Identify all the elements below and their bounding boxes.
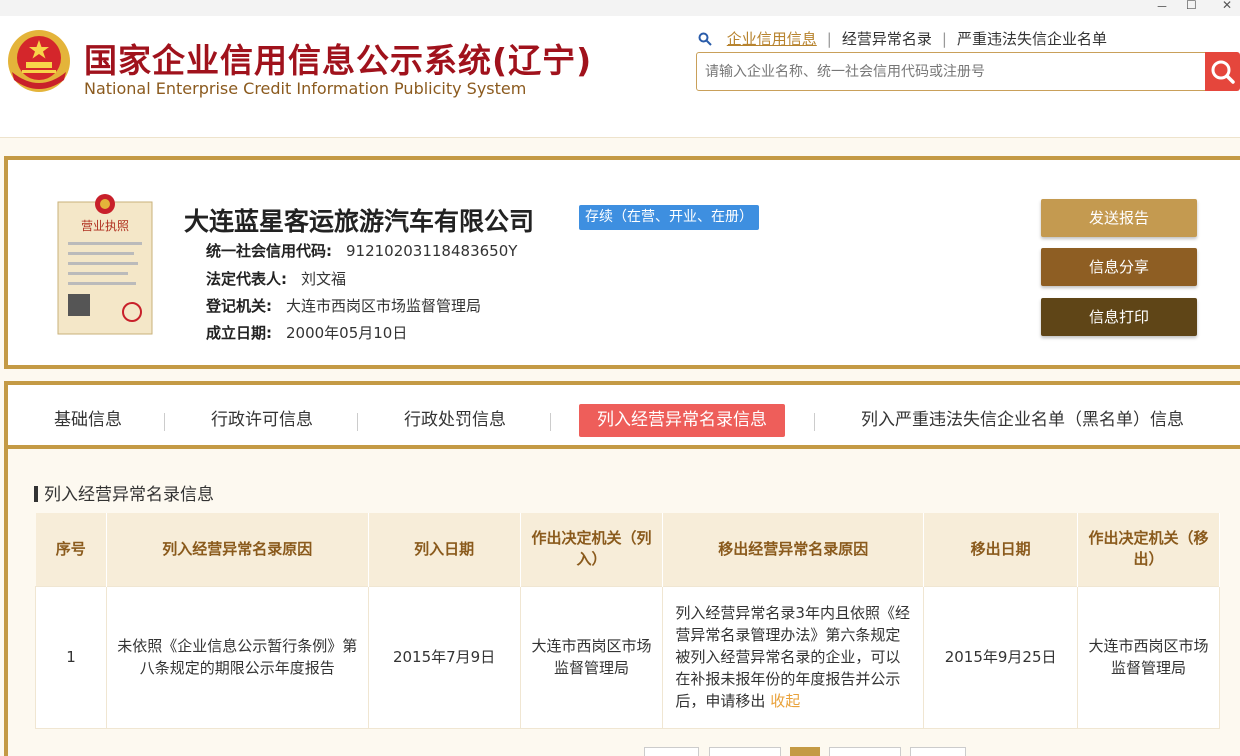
- table-header-row: 序号 列入经营异常名录原因 列入日期 作出决定机关（列入） 移出经营异常名录原因…: [35, 513, 1220, 586]
- quick-links: 企业信用信息 | 经营异常名录 | 严重违法失信企业名单: [698, 28, 1107, 49]
- search-icon: [1211, 60, 1235, 84]
- minimize-icon[interactable]: －: [1156, 0, 1168, 15]
- site-title-en: National Enterprise Credit Information P…: [84, 79, 527, 98]
- close-icon[interactable]: ✕: [1222, 0, 1232, 12]
- link-credit-info[interactable]: 企业信用信息: [727, 30, 817, 48]
- field-reg-authority: 登记机关: 大连市西岗区市场监督管理局: [206, 297, 482, 315]
- table-row: 1 未依照《企业信息公示暂行条例》第八条规定的期限公示年度报告 2015年7月9…: [35, 585, 1220, 729]
- national-emblem-icon: [8, 30, 70, 92]
- company-name: 大连蓝星客运旅游汽车有限公司: [184, 207, 535, 236]
- search-box: [696, 52, 1206, 91]
- search-input[interactable]: [697, 53, 1205, 90]
- col-reason-out: 移出经营异常名录原因: [662, 513, 925, 586]
- pager-button[interactable]: [829, 747, 901, 756]
- window-titlebar: － ☐ ✕: [0, 0, 1240, 16]
- col-authority-out: 作出决定机关（移出）: [1077, 513, 1220, 586]
- site-title: 国家企业信用信息公示系统(辽宁): [84, 41, 593, 80]
- status-badge: 存续（在营、开业、在册）: [579, 205, 759, 230]
- tab-abnormal-list[interactable]: 列入经营异常名录信息: [579, 404, 785, 437]
- col-date-out: 移出日期: [923, 513, 1079, 586]
- site-header: 国家企业信用信息公示系统(辽宁) National Enterprise Cre…: [0, 16, 1240, 138]
- license-label: 营业执照: [81, 219, 129, 233]
- field-credit-code: 统一社会信用代码: 91210203118483650Y: [206, 242, 518, 260]
- search-icon: [698, 32, 712, 46]
- link-blacklist[interactable]: 严重违法失信企业名单: [957, 30, 1107, 48]
- col-reason-in: 列入经营异常名录原因: [106, 513, 369, 586]
- collapse-link[interactable]: 收起: [770, 692, 800, 710]
- maximize-icon[interactable]: ☐: [1186, 0, 1197, 12]
- tab-blacklist[interactable]: 列入严重违法失信企业名单（黑名单）信息: [861, 404, 1184, 437]
- detail-panel: 基础信息 行政许可信息 行政处罚信息 列入经营异常名录信息 列入严重违法失信企业…: [4, 381, 1240, 756]
- cell-authority-out: 大连市西岗区市场监督管理局: [1077, 585, 1220, 729]
- pager-button[interactable]: [644, 747, 699, 756]
- share-info-button[interactable]: 信息分享: [1041, 248, 1197, 286]
- col-index: 序号: [35, 513, 107, 586]
- pager-button[interactable]: [910, 747, 966, 756]
- cell-reason-in: 未依照《企业信息公示暂行条例》第八条规定的期限公示年度报告: [105, 585, 369, 729]
- pager-current[interactable]: [790, 747, 820, 756]
- section-title: 列入经营异常名录信息: [34, 480, 214, 505]
- col-authority-in: 作出决定机关（列入）: [520, 513, 664, 586]
- abnormal-list-table: 序号 列入经营异常名录原因 列入日期 作出决定机关（列入） 移出经营异常名录原因…: [35, 513, 1220, 729]
- tab-basic-info[interactable]: 基础信息: [54, 404, 122, 437]
- cell-date-out: 2015年9月25日: [923, 585, 1079, 729]
- col-date-in: 列入日期: [368, 513, 521, 586]
- cell-reason-out: 列入经营异常名录3年内且依照《经营异常名录管理办法》第六条规定被列入经营异常名录…: [662, 585, 925, 729]
- search-button[interactable]: [1205, 52, 1240, 91]
- field-legal-rep: 法定代表人: 刘文福: [206, 270, 347, 288]
- tab-admin-license[interactable]: 行政许可信息: [211, 404, 313, 437]
- cell-date-in: 2015年7月9日: [367, 585, 521, 729]
- pager-button[interactable]: [709, 747, 781, 756]
- business-license-icon[interactable]: 营业执照: [56, 190, 154, 336]
- company-info-card: 营业执照 大连蓝星客运旅游汽车有限公司 存续（在营、开业、在册） 统一社会信用代…: [4, 156, 1240, 369]
- link-abnormal-list[interactable]: 经营异常名录: [842, 30, 932, 48]
- tab-bar: 基础信息 行政许可信息 行政处罚信息 列入经营异常名录信息 列入严重违法失信企业…: [8, 385, 1240, 449]
- cell-index: 1: [35, 585, 107, 729]
- cell-authority-in: 大连市西岗区市场监督管理局: [519, 585, 664, 729]
- send-report-button[interactable]: 发送报告: [1041, 199, 1197, 237]
- print-info-button[interactable]: 信息打印: [1041, 298, 1197, 336]
- tab-admin-penalty[interactable]: 行政处罚信息: [404, 404, 506, 437]
- field-established-date: 成立日期: 2000年05月10日: [206, 324, 408, 342]
